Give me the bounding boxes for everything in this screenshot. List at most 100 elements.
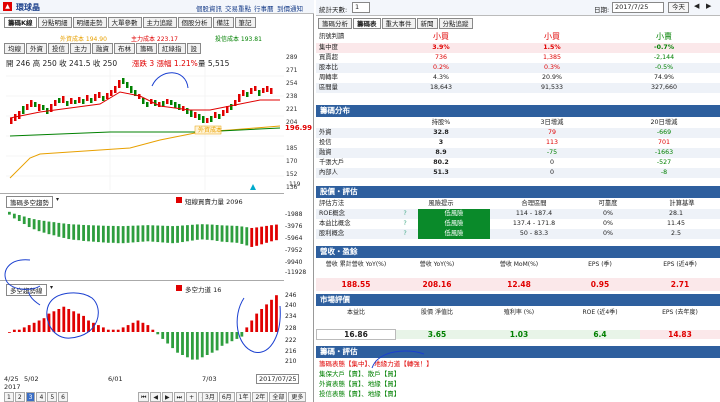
subtab-ma[interactable]: 均線 bbox=[4, 43, 25, 54]
cell-value: 50 - 83.3 bbox=[519, 230, 549, 237]
subtab-settings[interactable]: 設 bbox=[186, 43, 201, 54]
tab-branch[interactable]: 分點追蹤 bbox=[438, 18, 473, 29]
indicator2-bar bbox=[225, 332, 229, 344]
legend-swatch bbox=[176, 285, 182, 291]
subtab-redgreen[interactable]: 紅綠指 bbox=[158, 43, 186, 54]
cell-value: 701 bbox=[657, 139, 671, 146]
subtab-foreign[interactable]: 外資 bbox=[26, 43, 47, 54]
page-4-button[interactable]: 4 bbox=[36, 392, 47, 402]
prev-day-icon[interactable]: ◀ bbox=[694, 2, 699, 10]
indicator2-bar bbox=[190, 332, 194, 360]
subtab-chips[interactable]: 籌碼 bbox=[136, 43, 157, 54]
indicator1-bar bbox=[131, 225, 135, 243]
page-6-button[interactable]: 6 bbox=[58, 392, 68, 402]
page-2-button[interactable]: 2 bbox=[14, 392, 25, 402]
tab-chip-analysis[interactable]: 籌碼分析 bbox=[318, 18, 352, 29]
legend-foreign-cost: 外資成本 194.90 bbox=[60, 36, 107, 43]
first-icon[interactable]: ⏮ bbox=[138, 392, 150, 402]
prev-icon[interactable]: ◀ bbox=[150, 392, 162, 402]
x-tick: 7/03 bbox=[202, 375, 217, 383]
cell-value: 113 bbox=[545, 139, 559, 146]
price-tick: 170 bbox=[286, 158, 298, 165]
help-icon[interactable]: ? bbox=[396, 229, 414, 239]
help-icon[interactable]: ? bbox=[396, 219, 414, 229]
indicator2-bar bbox=[57, 309, 61, 332]
subtab-bollinger[interactable]: 布林 bbox=[114, 43, 135, 54]
period-2y-button[interactable]: 2年 bbox=[252, 392, 269, 402]
next-day-icon[interactable]: ▶ bbox=[706, 2, 711, 10]
subtab-main[interactable]: 主力 bbox=[70, 43, 91, 54]
tab-bigorder[interactable]: 大單參數 bbox=[107, 17, 142, 28]
tab-events[interactable]: 重大事件 bbox=[381, 18, 416, 29]
signal-table: 訊號判讀 小買 小買 小賣 集中度 3.9% 1.5% -0.7% 買賣超 73… bbox=[316, 31, 720, 93]
col-header: 20日增減 bbox=[650, 119, 678, 126]
period-3m-button[interactable]: 3月 bbox=[202, 392, 218, 402]
legend-trust-cost: 投信成本 193.81 bbox=[215, 36, 262, 43]
tab-chip-table[interactable]: 籌碼表 bbox=[353, 18, 381, 29]
table-row: ROE概念 ? 低風險 114 - 187.4 0% 28.1 bbox=[316, 209, 720, 219]
signal-1d: 小買 bbox=[433, 32, 449, 41]
indicator2-bar bbox=[275, 295, 278, 332]
next-icon[interactable]: ▶ bbox=[162, 392, 173, 402]
header-link-info[interactable]: 個股資訊 bbox=[196, 3, 222, 13]
tab-broker[interactable]: 分點明細 bbox=[37, 17, 72, 28]
col-header: EPS (近4季) bbox=[663, 261, 697, 268]
indicator1-bar bbox=[77, 224, 81, 241]
indicator1-bar bbox=[52, 222, 56, 236]
period-more-button[interactable]: 更多 bbox=[288, 392, 307, 402]
tab-mainforce[interactable]: 主力追蹤 bbox=[142, 17, 177, 28]
valuation-title: 股價・評估 bbox=[316, 186, 720, 198]
page-1-button[interactable]: 1 bbox=[4, 392, 14, 402]
indicator2-bar bbox=[22, 327, 26, 332]
cell-value: -8 bbox=[660, 169, 668, 176]
tab-kline[interactable]: 籌碼K線 bbox=[4, 17, 37, 28]
table-row: 外資 32.8 79 -669 bbox=[316, 128, 720, 138]
stock-name: 環球晶 bbox=[16, 3, 40, 12]
indicator2-bar bbox=[126, 325, 130, 332]
indicator1-bar bbox=[121, 226, 125, 244]
table-row: 投信 3 113 701 bbox=[316, 138, 720, 148]
subtab-trust[interactable]: 投信 bbox=[48, 43, 69, 54]
axis-tick: 216 bbox=[285, 348, 297, 355]
indicator2-bar bbox=[12, 329, 16, 332]
tab-notes[interactable]: 筆記 bbox=[234, 17, 256, 28]
valuation-table: 評估方法 風險提示 合理區間 可靠度 計算基準 ROE概念 ? 低風險 114 … bbox=[316, 199, 720, 239]
tab-ticks[interactable]: 明細走勢 bbox=[72, 17, 107, 28]
chevron-down-icon[interactable]: ▾ bbox=[56, 196, 59, 203]
date-input[interactable]: 2017/7/25 bbox=[612, 2, 664, 13]
tab-memo[interactable]: 備註 bbox=[212, 17, 234, 28]
page-5-button[interactable]: 5 bbox=[47, 392, 58, 402]
period-1y-button[interactable]: 1年 bbox=[235, 392, 252, 402]
today-button[interactable]: 今天 bbox=[668, 2, 689, 13]
cursor-date: 2017/07/25 bbox=[256, 374, 300, 384]
zoom-in-icon[interactable]: + bbox=[186, 392, 198, 402]
header-link-trade[interactable]: 交易重點 bbox=[225, 3, 251, 13]
period-all-button[interactable]: 全部 bbox=[269, 392, 288, 402]
analysis-panel: 統計天數: 1 日期: 2017/7/25 今天 ◀ ▶ 籌碼分析 籌碼表 重大事件… bbox=[316, 0, 720, 402]
indicator2-bar bbox=[186, 332, 189, 358]
header-link-alert[interactable]: 到價通知 bbox=[277, 3, 303, 13]
price-chart: 外資成本 bbox=[6, 66, 284, 190]
indicator2-bar bbox=[77, 313, 81, 332]
cell-value: 2.71 bbox=[670, 280, 690, 289]
stat-days-label: 統計天數: bbox=[319, 6, 348, 14]
page-buttons: 123456 bbox=[4, 392, 69, 402]
last-icon[interactable]: ⏭ bbox=[173, 392, 186, 402]
stat-days-select[interactable]: 1 bbox=[352, 2, 370, 13]
nav-buttons: ⏮◀▶⏭+− bbox=[138, 392, 210, 402]
indicator1-bar bbox=[161, 225, 165, 243]
header-link-calendar[interactable]: 行事曆 bbox=[254, 3, 274, 13]
cell-value: 3.9% bbox=[432, 44, 450, 51]
help-icon[interactable]: ? bbox=[396, 209, 414, 219]
row-label: 周轉率 bbox=[319, 74, 338, 81]
tab-news[interactable]: 新聞 bbox=[416, 18, 438, 29]
indicator1-bar bbox=[116, 226, 120, 244]
subtab-margin[interactable]: 融資 bbox=[92, 43, 113, 54]
period-6m-button[interactable]: 6月 bbox=[218, 392, 235, 402]
page-3-button[interactable]: 3 bbox=[25, 392, 36, 402]
indicator1-bar bbox=[220, 225, 224, 242]
tab-analysis[interactable]: 個股分析 bbox=[177, 17, 212, 28]
row-label: 外資 bbox=[319, 129, 332, 136]
cell-value: 11.45 bbox=[666, 220, 686, 227]
table-row: 股本比 0.2% 0.3% -0.5% bbox=[316, 63, 720, 73]
